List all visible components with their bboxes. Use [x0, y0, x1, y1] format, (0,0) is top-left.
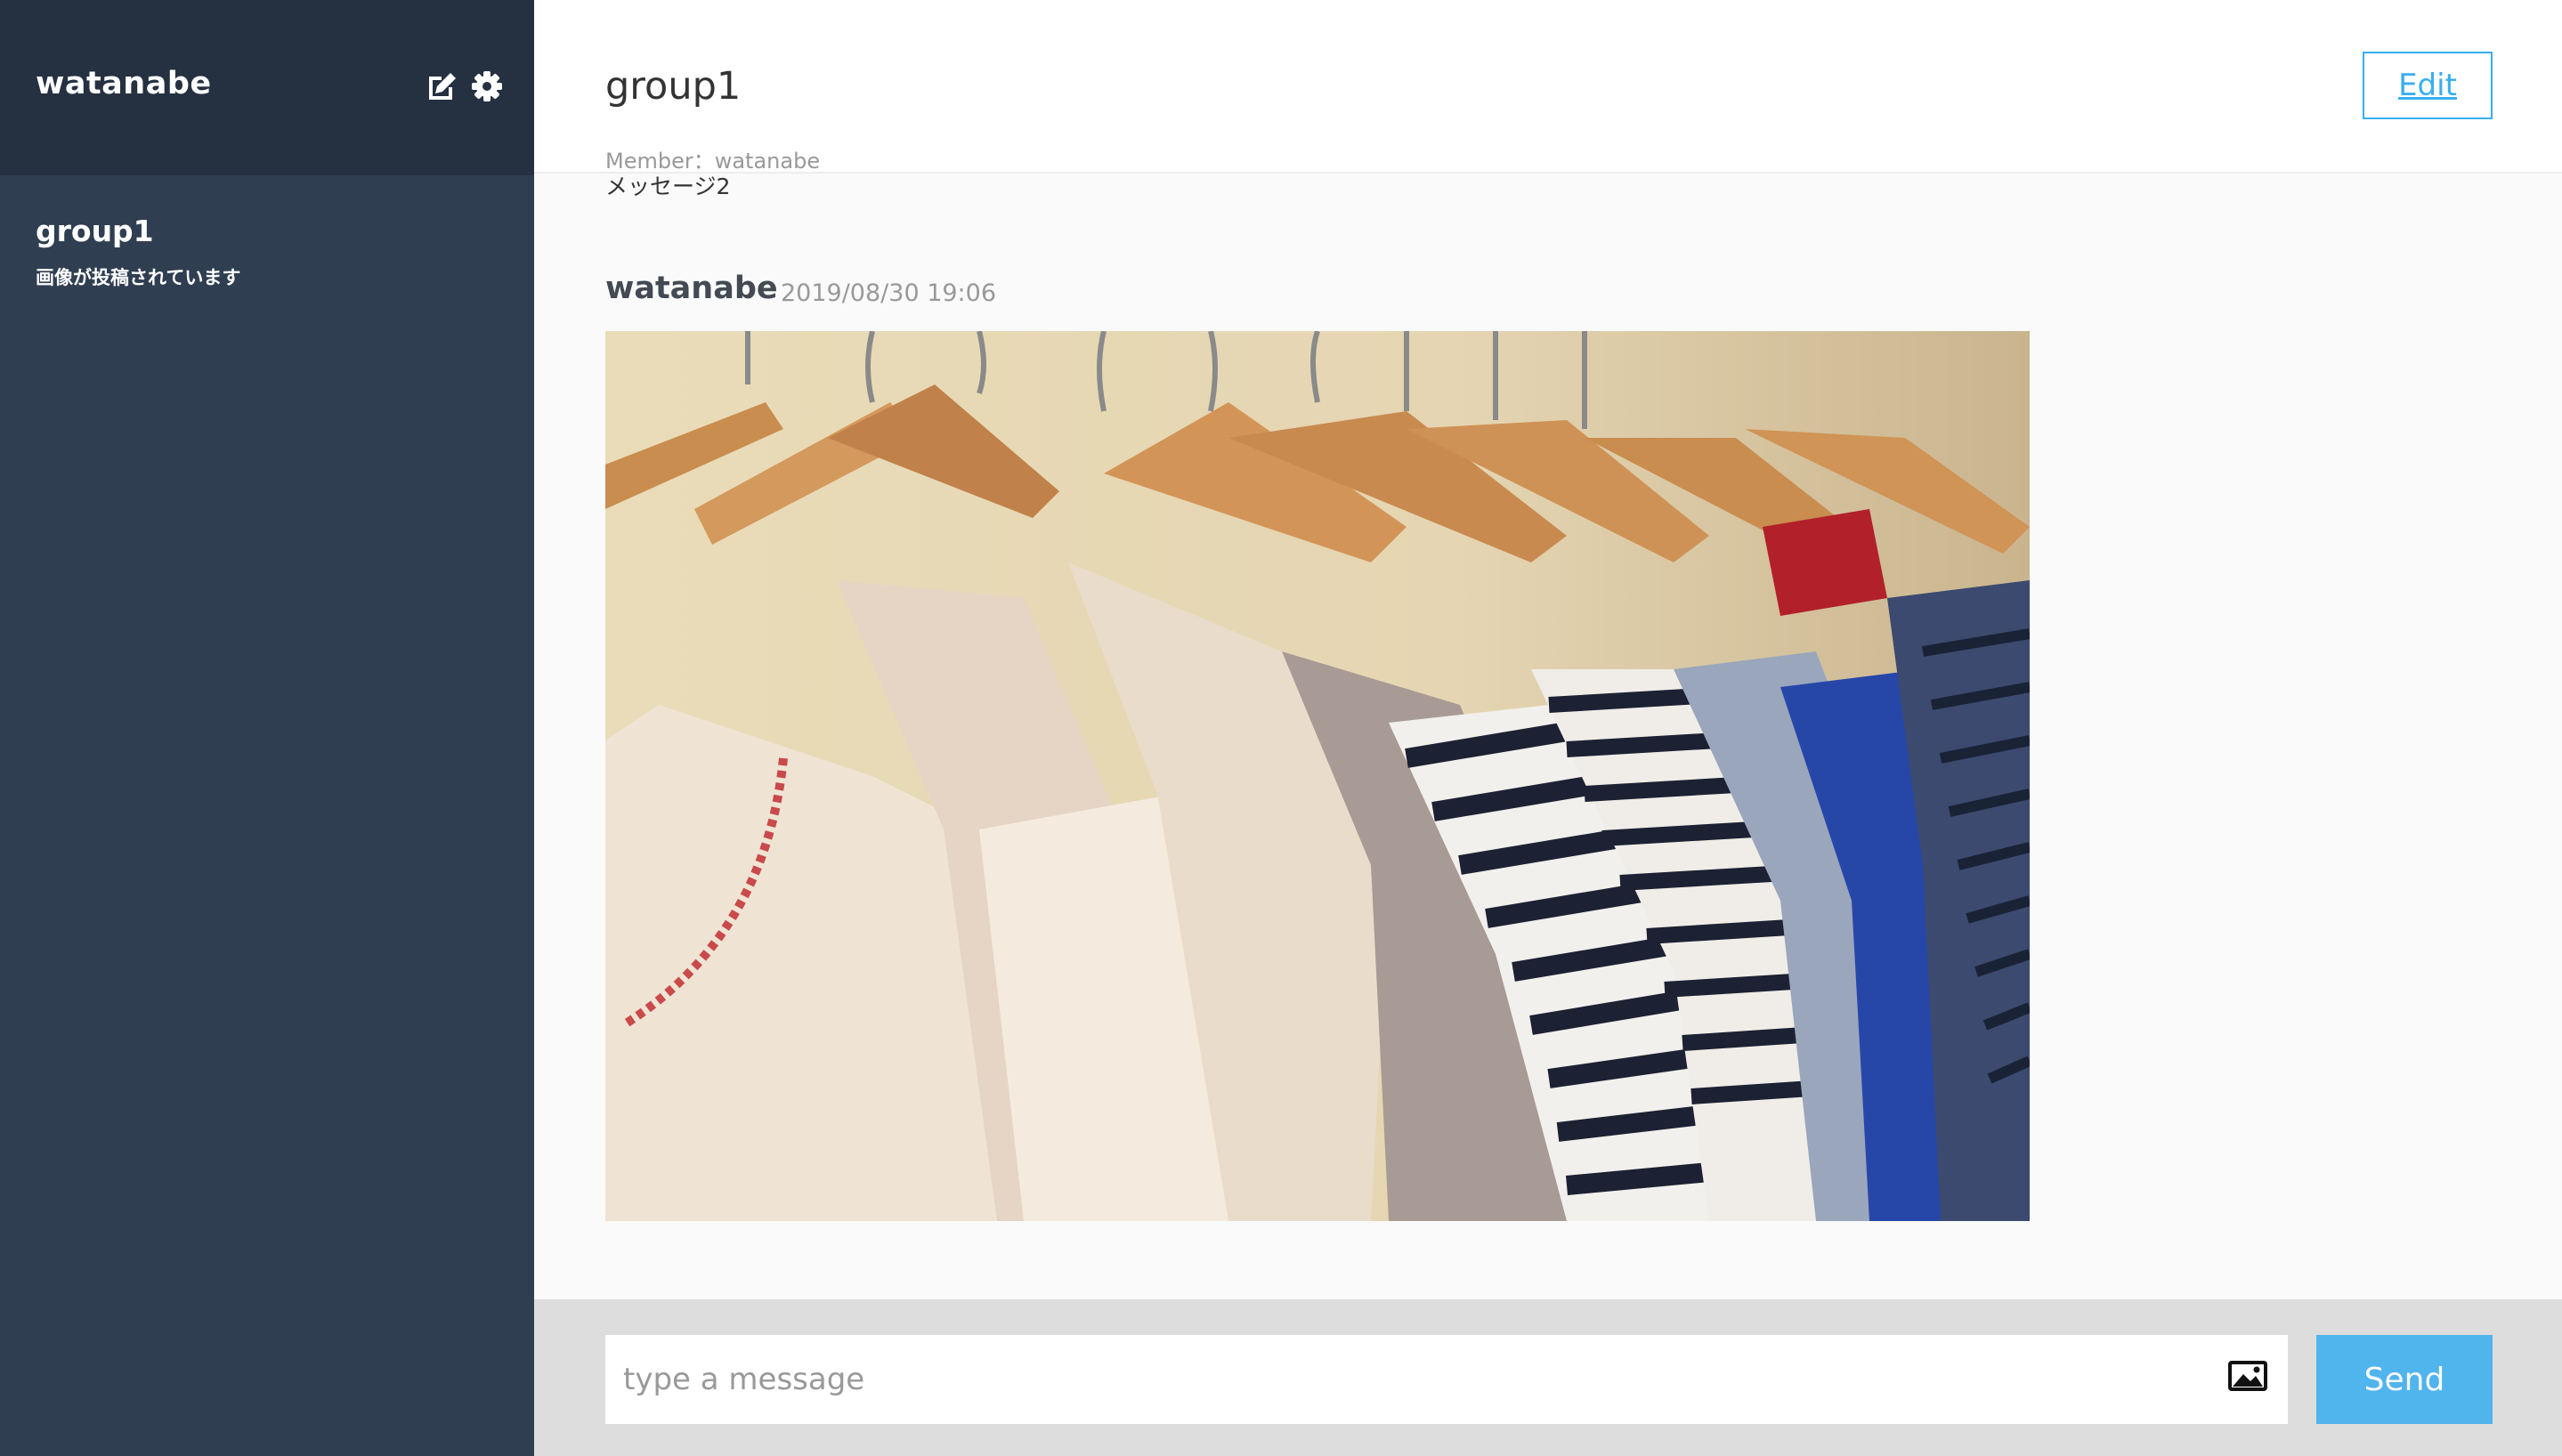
chat-main: group1 Member：watanabe Edit メッセージ2 watan… — [534, 0, 2562, 1456]
send-button[interactable]: Send — [2316, 1335, 2493, 1424]
current-user-name: watanabe — [36, 66, 212, 101]
sidebar-header: watanabe — [0, 0, 534, 175]
edit-icon[interactable] — [426, 69, 459, 103]
message-input-box — [605, 1335, 2288, 1424]
message-image — [605, 331, 2030, 1221]
message-text: メッセージ2 — [605, 174, 731, 199]
gear-icon[interactable] — [470, 69, 504, 103]
sidebar: watanabe group1 画像が投稿されています — [0, 0, 534, 1456]
clothes-on-hangers-photo — [605, 331, 2030, 1221]
message-date: 2019/08/30 19:06 — [781, 279, 997, 307]
sidebar-group-last-message: 画像が投稿されています — [36, 267, 241, 288]
chat-group-title: group1 — [605, 64, 742, 109]
image-icon[interactable] — [2227, 1360, 2268, 1392]
message-form: Send — [534, 1299, 2562, 1456]
sidebar-header-icons — [426, 69, 504, 103]
message-user-name: watanabe — [605, 271, 778, 306]
sidebar-group-item[interactable]: group1 画像が投稿されています — [0, 214, 534, 303]
edit-group-button[interactable]: Edit — [2363, 52, 2493, 119]
chat-header: group1 Member：watanabe Edit — [534, 0, 2562, 174]
member-names: watanabe — [714, 149, 821, 174]
sidebar-group-name: group1 — [36, 214, 154, 248]
message-input[interactable] — [605, 1335, 2208, 1424]
